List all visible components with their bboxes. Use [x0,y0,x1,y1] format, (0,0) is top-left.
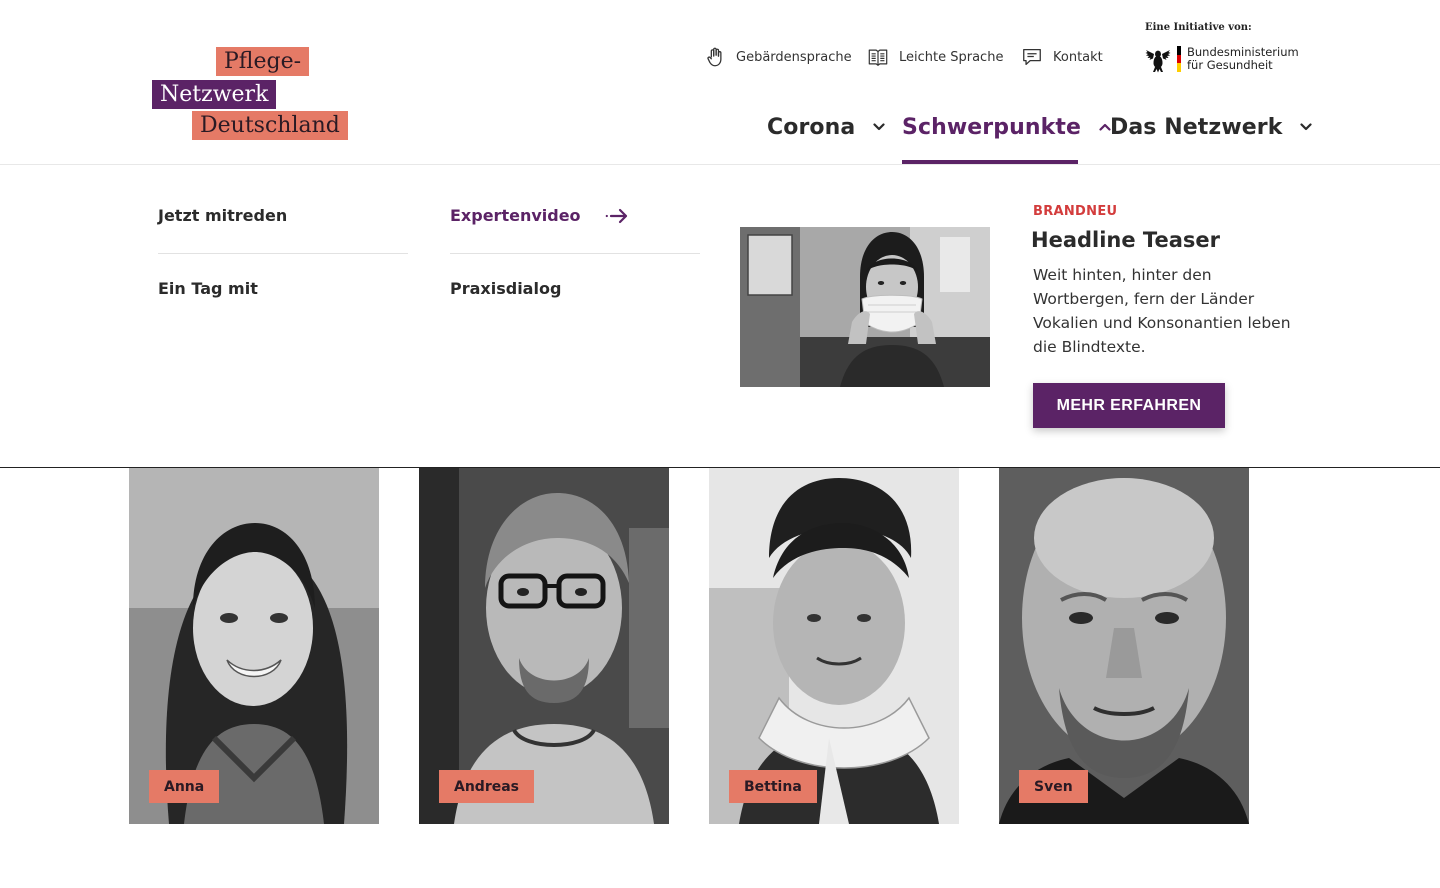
menu-divider [450,253,700,254]
easy-language-book-icon [868,49,888,66]
teaser-photo-masked-woman [740,227,990,387]
person-card-andreas[interactable]: Andreas [419,468,669,824]
chevron-down-icon [1300,123,1313,131]
chevron-down-icon [873,123,885,131]
service-link-kontakt[interactable]: Kontakt [1021,46,1103,68]
nav-label: Corona [767,114,856,140]
person-name-tag: Anna [149,770,220,803]
nav-item-corona[interactable]: Corona [767,110,887,144]
service-link-gebaerdensprache[interactable]: Gebärdensprache [704,46,852,68]
logo-line-netzwerk: Netzwerk [152,80,277,109]
arrow-right-icon [605,208,627,223]
speech-bubble-icon [1023,49,1041,65]
federal-eagle-icon [1145,50,1171,73]
nav-label: Das Netzwerk [1110,114,1283,140]
person-name-tag: Sven [1019,770,1088,803]
menu-link-jetzt-mitreden[interactable]: Jetzt mitreden [158,206,287,225]
menu-divider [158,253,408,254]
menu-link-label: Ein Tag mit [158,279,258,298]
menu-link-label: Praxisdialog [450,279,562,298]
ministry-name-line2: für Gesundheit [1187,58,1273,72]
site-logo[interactable]: Pflege- Netzwerk Deutschland [152,47,348,141]
nav-item-schwerpunkte[interactable]: Schwerpunkte [902,110,1113,144]
person-card-bettina[interactable]: Bettina [709,468,959,824]
teaser-kicker: BRANDNEU [1033,204,1118,219]
menu-link-label: Jetzt mitreden [158,206,288,225]
menu-link-praxisdialog[interactable]: Praxisdialog [450,279,561,298]
german-flag-stripe [1177,46,1181,73]
service-label: Kontakt [1053,49,1103,65]
ministry-name: Bundesministerium für Gesundheit [1187,46,1299,72]
person-name-tag: Bettina [729,770,817,803]
initiative-label: Eine Initiative von: [1145,22,1252,33]
person-name-tag: Andreas [439,770,535,803]
person-card-anna[interactable]: Anna [129,468,379,824]
nav-label: Schwerpunkte [902,114,1081,140]
ministry-logo[interactable]: Bundesministerium für Gesundheit [1145,45,1299,73]
teaser-image[interactable] [740,227,990,387]
service-label: Gebärdensprache [736,49,852,65]
mehr-erfahren-button[interactable]: MEHR ERFAHREN [1033,383,1225,428]
logo-line-pflege: Pflege- [216,47,310,76]
service-label: Leichte Sprache [899,49,1004,65]
nav-item-das-netzwerk[interactable]: Das Netzwerk [1110,110,1314,144]
header-divider [0,164,1440,165]
menu-link-expertenvideo[interactable]: Expertenvideo [450,206,629,225]
service-link-leichte-sprache[interactable]: Leichte Sprache [867,46,1003,68]
teaser-text: Weit hinten, hinter den Wortbergen, fern… [1033,266,1291,356]
menu-link-label: Expertenvideo [450,206,581,225]
logo-line-deutschland: Deutschland [192,111,348,140]
menu-link-ein-tag-mit[interactable]: Ein Tag mit [158,279,258,298]
sign-language-hand-icon [707,47,722,67]
teaser-headline: Headline Teaser [1031,228,1220,252]
person-card-sven[interactable]: Sven [999,468,1249,824]
